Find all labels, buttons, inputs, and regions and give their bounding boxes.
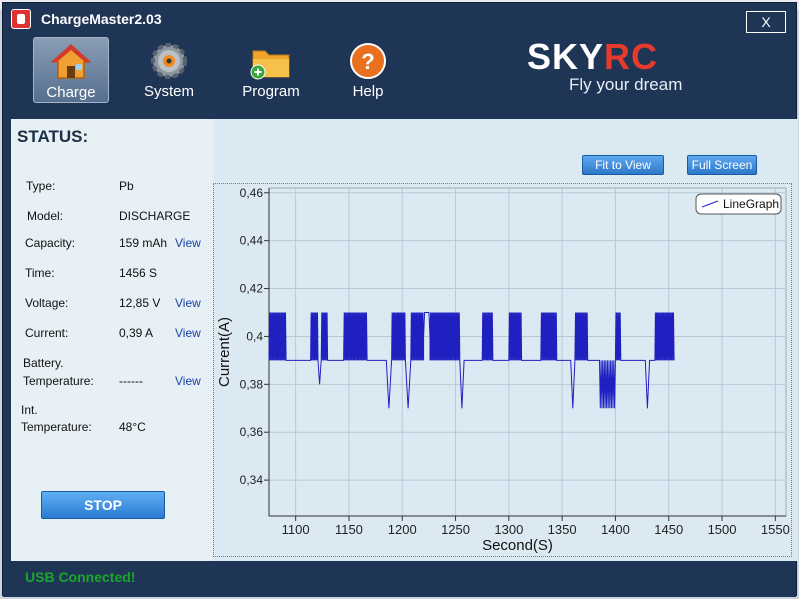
full-screen-button[interactable]: Full Screen: [687, 155, 757, 175]
x-tick-label: 1200: [388, 522, 417, 537]
brand-logo-rc: RC: [604, 36, 659, 77]
y-axis-label: Current(A): [216, 317, 233, 387]
time-label: Time:: [25, 266, 55, 280]
x-tick-label: 1500: [708, 522, 737, 537]
brand-tagline: Fly your dream: [569, 75, 683, 94]
battery-temp-label-1: Battery.: [23, 356, 64, 370]
close-button[interactable]: X: [746, 11, 786, 33]
y-tick-label: 0,34: [240, 473, 264, 487]
x-axis-label: Second(S): [482, 537, 553, 554]
brand-logo: SKYRC Fly your dream: [527, 39, 683, 95]
x-tick-label: 1150: [335, 522, 363, 537]
int-temp-label-2: Temperature:: [21, 420, 92, 434]
charge-button[interactable]: Charge: [33, 37, 109, 103]
folder-add-icon: [250, 50, 290, 80]
help-icon: ?: [350, 43, 386, 79]
type-label: Type:: [26, 179, 56, 193]
fit-to-view-button[interactable]: Fit to View: [582, 155, 664, 175]
y-tick-label: 0,36: [240, 425, 264, 439]
x-tick-label: 1400: [601, 522, 630, 537]
y-tick-label: 0,38: [240, 377, 264, 391]
chart-area: Fit to View Full Screen 1100 1150 1200 1250…: [213, 119, 798, 561]
int-temp-label-1: Int.: [21, 403, 38, 417]
status-panel: STATUS: Type: Pb Model: DISCHARGE Capaci…: [11, 119, 213, 561]
help-label: Help: [352, 83, 384, 100]
voltage-label: Voltage:: [25, 296, 69, 310]
charge-label: Charge: [46, 84, 96, 101]
model-label: Model:: [27, 209, 64, 223]
help-button[interactable]: ? Help: [330, 37, 406, 103]
current-view-link[interactable]: View: [175, 326, 201, 340]
x-tick-label: 1350: [548, 522, 577, 537]
x-tick-label: 1100: [282, 522, 310, 537]
time-value: 1456 S: [119, 266, 158, 280]
capacity-label: Capacity:: [25, 236, 76, 250]
x-tick-label: 1300: [494, 522, 523, 537]
model-value: DISCHARGE: [119, 209, 191, 223]
status-title: STATUS:: [17, 127, 89, 146]
y-tick-label: 0,4: [246, 329, 263, 343]
system-button[interactable]: System: [131, 37, 207, 103]
status-bar: USB Connected!: [3, 561, 796, 597]
legend-label: LineGraph: [723, 197, 779, 211]
battery-temp-label-2: Temperature:: [23, 374, 94, 388]
usb-status: USB Connected!: [25, 569, 136, 585]
title-bar: ChargeMaster2.03 X: [3, 3, 796, 33]
current-value: 0,39 A: [119, 326, 154, 340]
current-line-chart: 1100 1150 1200 1250 1300 1350 1400 1450 1500 1550…: [216, 186, 790, 554]
type-value: Pb: [119, 179, 134, 193]
system-label: System: [143, 83, 194, 100]
x-tick-label: 1550: [761, 522, 790, 537]
window-title: ChargeMaster2.03: [41, 11, 162, 27]
program-button[interactable]: Program: [233, 37, 309, 103]
y-tick-label: 0,42: [240, 282, 264, 296]
x-tick-label: 1450: [654, 522, 683, 537]
app-window: ChargeMaster2.03 X Charge System Program…: [2, 2, 798, 597]
gear-icon: [151, 43, 187, 79]
brand-logo-sky: SKY: [527, 36, 605, 77]
main-toolbar: Charge System Program ? Help SKYRC Fly y…: [3, 33, 796, 119]
stop-button[interactable]: STOP: [41, 491, 165, 519]
voltage-value: 12,85 V: [119, 296, 161, 310]
x-tick-label: 1250: [441, 522, 470, 537]
program-label: Program: [242, 83, 300, 100]
y-tick-label: 0,44: [240, 234, 264, 248]
battery-temp-value: ------: [119, 374, 143, 388]
y-tick-label: 0,46: [240, 186, 264, 200]
int-temp-value: 48°C: [119, 420, 146, 434]
home-icon: [51, 44, 91, 79]
capacity-view-link[interactable]: View: [175, 236, 201, 250]
chart-box: 1100 1150 1200 1250 1300 1350 1400 1450 1500 1550…: [213, 183, 792, 557]
capacity-value: 159 mAh: [119, 236, 168, 250]
svg-text:?: ?: [361, 49, 374, 74]
current-label: Current:: [25, 326, 69, 340]
voltage-view-link[interactable]: View: [175, 296, 201, 310]
app-icon: [11, 9, 31, 29]
battery-temp-view-link[interactable]: View: [175, 374, 201, 388]
